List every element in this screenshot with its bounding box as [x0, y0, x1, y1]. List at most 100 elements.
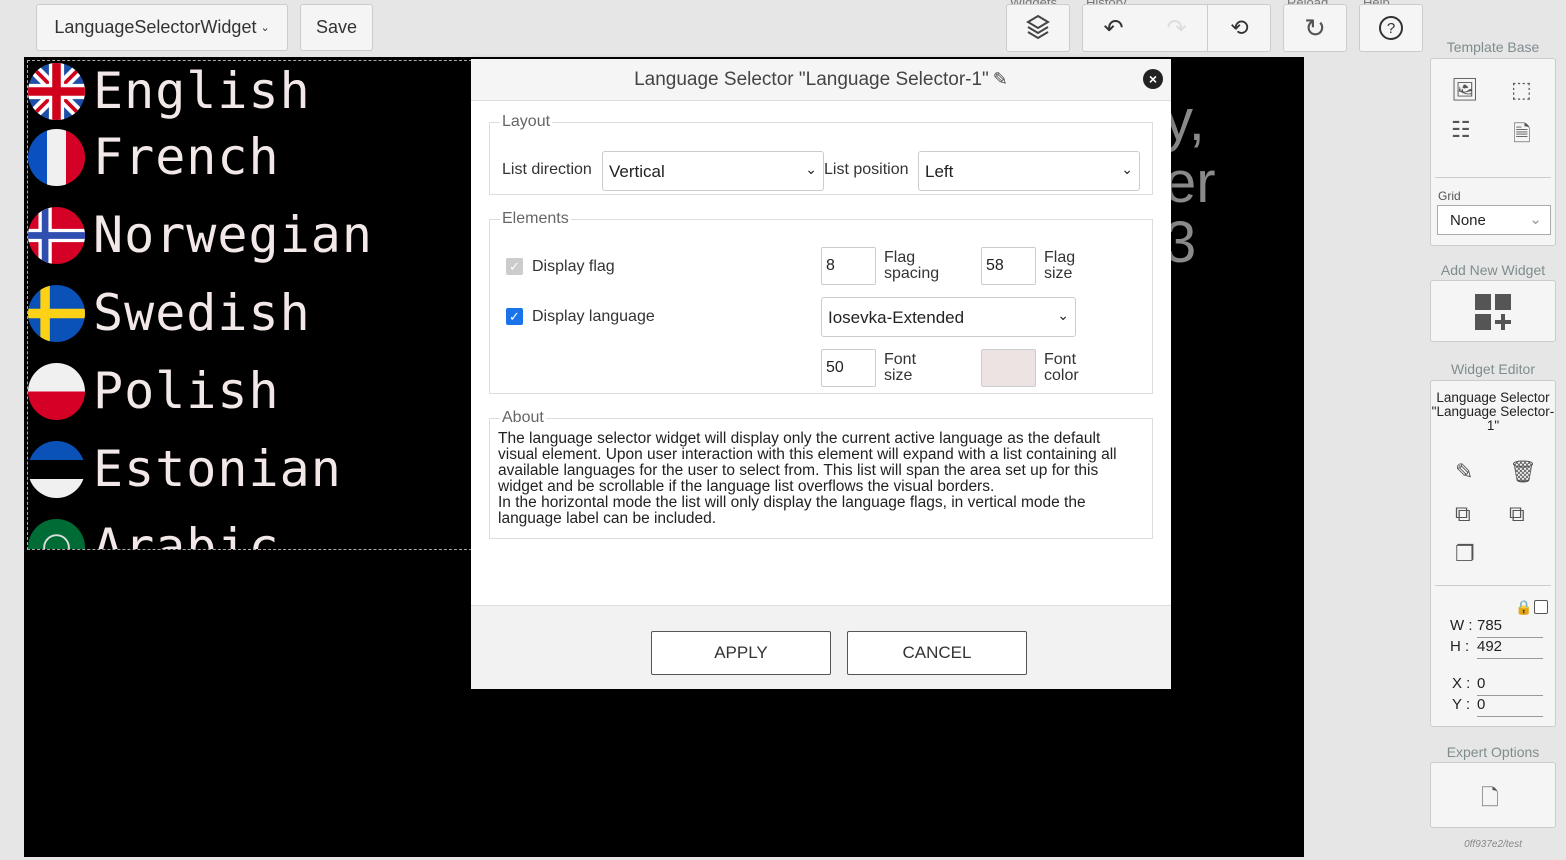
- label-line: color: [1044, 367, 1079, 384]
- language-item-arabic[interactable]: Arabic: [28, 517, 280, 550]
- edit-icon[interactable]: ✎: [1455, 459, 1473, 485]
- history-button[interactable]: ⟲: [1208, 4, 1271, 52]
- font-color-label: Font color: [1044, 352, 1079, 384]
- widget-name: Language Selector "Language Selector-1": [1431, 390, 1555, 433]
- list-position-label: List position: [824, 161, 909, 178]
- dialog-title: Language Selector "Language Selector-1": [634, 68, 989, 90]
- about-text: In the horizontal mode the list will onl…: [498, 494, 1086, 527]
- widget-select-value: LanguageSelectorWidget: [54, 17, 257, 37]
- pencil-icon[interactable]: ✎: [993, 69, 1008, 90]
- language-label: Arabic: [93, 518, 280, 550]
- language-selector-widget[interactable]: English French Norwegian Swedish Polish …: [27, 60, 472, 550]
- delete-icon[interactable]: 🗑: [1509, 459, 1537, 485]
- norway-flag-icon: [28, 206, 85, 264]
- chevron-down-icon: ⌄: [260, 22, 270, 34]
- y-label: Y :: [1452, 696, 1471, 713]
- widgets-group: Widgets: [1006, 0, 1070, 52]
- undo-button[interactable]: ↶: [1082, 4, 1145, 52]
- height-input[interactable]: 492: [1477, 638, 1502, 655]
- template-base-title: Template Base: [1446, 39, 1540, 55]
- undo-icon: ↶: [1103, 14, 1124, 42]
- language-item-swedish[interactable]: Swedish: [28, 283, 311, 343]
- y-input[interactable]: 0: [1477, 696, 1485, 713]
- language-item-estonian[interactable]: Estonian: [28, 439, 342, 499]
- flag-size-input[interactable]: 58: [981, 247, 1036, 285]
- about-text: The language selector widget will displa…: [498, 430, 1117, 495]
- widget-editor-title: Widget Editor: [1450, 361, 1536, 377]
- language-label: Norwegian: [93, 206, 373, 264]
- help-button[interactable]: ?: [1359, 4, 1423, 52]
- help-group: Help ?: [1359, 0, 1423, 52]
- language-item-polish[interactable]: Polish: [28, 361, 280, 421]
- apply-button[interactable]: APPLY: [651, 631, 831, 675]
- language-label: Estonian: [93, 440, 342, 498]
- redo-button[interactable]: ↷: [1145, 4, 1208, 52]
- language-item-french[interactable]: French: [28, 127, 280, 187]
- reload-icon: ↻: [1304, 12, 1326, 43]
- history-group: History ↶ ↷ ⟲: [1082, 0, 1271, 52]
- arab-league-flag-icon: [28, 518, 85, 549]
- language-item-norwegian[interactable]: Norwegian: [28, 205, 373, 265]
- font-size-label: Font size: [884, 352, 916, 384]
- cancel-button[interactable]: CANCEL: [847, 631, 1027, 675]
- display-flag-checkbox[interactable]: ✓: [506, 258, 523, 275]
- reload-group: Reload ↻: [1283, 0, 1347, 52]
- chevron-down-icon: ⌄: [805, 161, 817, 177]
- list-direction-select[interactable]: Vertical ⌄: [602, 151, 824, 191]
- width-label: W :: [1450, 617, 1473, 634]
- divider: [1435, 177, 1551, 178]
- copy-icon[interactable]: ❐: [1455, 541, 1475, 567]
- layers-button[interactable]: [1006, 4, 1070, 52]
- image-placeholder-icon[interactable]: ⬚: [1511, 77, 1532, 103]
- language-selector-dialog: Language Selector "Language Selector-1" …: [471, 59, 1171, 689]
- add-new-widget-title: Add New Widget: [1440, 262, 1546, 278]
- language-item-english[interactable]: English: [28, 61, 311, 121]
- save-button[interactable]: Save: [300, 4, 373, 51]
- lock-aspect-checkbox[interactable]: [1534, 600, 1548, 614]
- estonia-flag-icon: [28, 440, 85, 498]
- display-language-checkbox[interactable]: ✓: [506, 308, 523, 325]
- display-flag-label: Display flag: [532, 258, 615, 275]
- expert-options-button[interactable]: 🗋: [1430, 762, 1556, 828]
- font-select[interactable]: Iosevka-Extended ⌄: [821, 297, 1076, 337]
- font-value: Iosevka-Extended: [828, 308, 965, 327]
- send-backward-icon[interactable]: ⧉: [1509, 501, 1525, 527]
- close-icon[interactable]: ×: [1143, 69, 1163, 89]
- height-label: H :: [1450, 638, 1470, 655]
- history-icon: ⟲: [1230, 15, 1249, 40]
- display-language-label: Display language: [532, 308, 655, 325]
- label-line: size: [884, 367, 913, 384]
- background-image-icon[interactable]: 🖼: [1451, 77, 1479, 103]
- language-label: English: [93, 62, 311, 120]
- widget-select[interactable]: LanguageSelectorWidget ⌄: [36, 4, 288, 51]
- label-line: Flag: [884, 249, 916, 266]
- language-label: Swedish: [93, 284, 311, 342]
- elements-section: Elements ✓ Display flag 8 Flag spacing 58…: [489, 210, 1153, 394]
- font-color-swatch[interactable]: [981, 349, 1036, 387]
- list-position-select[interactable]: Left ⌄: [918, 151, 1140, 191]
- elements-legend: Elements: [502, 210, 569, 227]
- label-line: Font: [884, 351, 917, 368]
- add-new-widget-button[interactable]: [1430, 280, 1556, 342]
- widget-editor-panel: Language Selector "Language Selector-1" …: [1430, 380, 1556, 727]
- label-line: size: [1044, 265, 1073, 282]
- list-direction-value: Vertical: [609, 162, 665, 181]
- dialog-footer: APPLY CANCEL: [471, 605, 1171, 689]
- template-base-panel: 🖼 ⬚ ☷ 🗎 Grid None ⌄: [1430, 58, 1556, 246]
- code-file-icon: 🗋: [1481, 785, 1499, 810]
- checklist-icon[interactable]: ☷: [1451, 117, 1471, 143]
- label-line: Flag: [1044, 249, 1076, 266]
- width-input[interactable]: 785: [1477, 617, 1502, 634]
- list-direction-label: List direction: [502, 161, 592, 178]
- reload-button[interactable]: ↻: [1283, 4, 1347, 52]
- font-size-input[interactable]: 50: [821, 349, 876, 387]
- chevron-down-icon: ⌄: [1057, 307, 1069, 323]
- file-settings-icon[interactable]: 🗎: [1513, 117, 1531, 155]
- bring-forward-icon[interactable]: ⧉: [1455, 501, 1471, 527]
- flag-spacing-input[interactable]: 8: [821, 247, 876, 285]
- about-legend: About: [502, 409, 544, 426]
- background-text: er: [1164, 150, 1216, 215]
- x-input[interactable]: 0: [1477, 675, 1485, 692]
- grid-select[interactable]: None ⌄: [1437, 205, 1551, 235]
- label-line: spacing: [884, 265, 940, 282]
